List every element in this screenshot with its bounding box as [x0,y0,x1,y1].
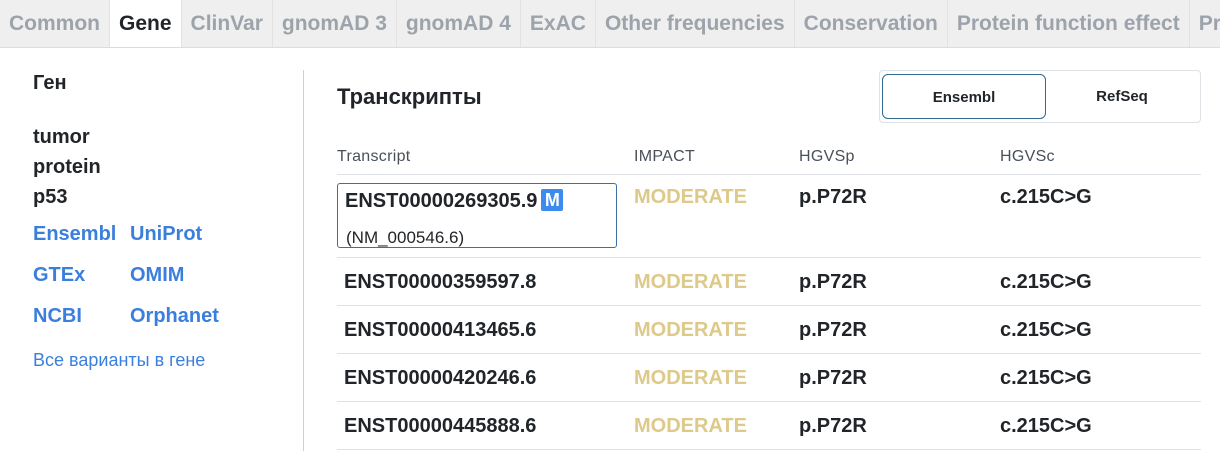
hgvsc-cell: c.215C>G [1000,367,1092,389]
table-header: Transcript IMPACT HGVSp HGVSc [337,140,1201,175]
refseq-id: (NM_000546.6) [346,228,465,247]
transcript-id[interactable]: ENST00000445888.6 [344,415,536,438]
panel-divider [303,70,304,451]
link-omim[interactable]: OMIM [130,263,250,287]
impact-cell: MODERATE [634,319,747,341]
gene-external-links: Ensembl UniProt GTEx OMIM NCBI Orphanet [33,222,250,328]
column-header-transcript: Transcript [337,148,411,165]
transcript-id[interactable]: ENST00000420246.6 [344,367,536,390]
tab-gene[interactable]: Gene [110,0,182,47]
link-gtex[interactable]: GTEx [33,263,130,287]
tab-gnomad3[interactable]: gnomAD 3 [273,0,397,47]
transcript-id: ENST00000269305.9 [345,190,538,212]
column-header-hgvsp: HGVSp [799,148,855,165]
tab-truncated[interactable]: Pre [1190,0,1220,47]
column-header-hgvsc: HGVSc [1000,148,1055,165]
tab-common[interactable]: Common [0,0,110,47]
tab-protein-function-effect[interactable]: Protein function effect [948,0,1190,47]
table-row: ENST00000359597.8 MODERATE p.P72R c.215C… [337,258,1201,306]
impact-cell: MODERATE [634,367,747,389]
table-row: ENST00000445888.6 MODERATE p.P72R c.215C… [337,402,1201,450]
link-ensembl[interactable]: Ensembl [33,222,130,246]
gene-section-title: Ген [33,72,67,94]
hgvsc-cell: c.215C>G [1000,186,1092,208]
hgvsc-cell: c.215C>G [1000,271,1092,293]
gene-name-line: tumor [33,126,90,148]
hgvsp-cell: p.P72R [799,186,867,208]
mane-badge: M [541,189,564,211]
ensembl-toggle-button[interactable]: Ensembl [882,74,1046,119]
tab-other-frequencies[interactable]: Other frequencies [596,0,795,47]
link-uniprot[interactable]: UniProt [130,222,250,246]
transcript-source-toggle: Ensembl RefSeq [879,70,1201,123]
tab-gnomad4[interactable]: gnomAD 4 [397,0,521,47]
refseq-toggle-button[interactable]: RefSeq [1040,74,1204,119]
gene-full-name: tumor protein p53 [33,122,153,212]
transcripts-heading: Транскрипты [337,84,482,109]
column-header-impact: IMPACT [634,148,696,165]
transcript-id[interactable]: ENST00000359597.8 [344,271,536,294]
gene-name-line: protein [33,156,101,178]
selected-transcript-box[interactable]: ENST00000269305.9 M (NM_000546.6) [337,183,617,248]
link-ncbi[interactable]: NCBI [33,304,130,328]
transcript-id[interactable]: ENST00000413465.6 [344,319,536,342]
impact-cell: MODERATE [634,415,747,437]
hgvsp-cell: p.P72R [799,319,867,341]
impact-cell: MODERATE [634,271,747,293]
impact-cell: MODERATE [634,186,747,208]
all-variants-in-gene-link[interactable]: Все варианты в гене [33,350,205,371]
hgvsc-cell: c.215C>G [1000,319,1092,341]
transcript-cell: ENST00000269305.9 M [345,189,564,213]
transcripts-table: Transcript IMPACT HGVSp HGVSc ENST000002… [337,140,1201,450]
hgvsp-cell: p.P72R [799,367,867,389]
tab-clinvar[interactable]: ClinVar [182,0,273,47]
table-row: ENST00000420246.6 MODERATE p.P72R c.215C… [337,354,1201,402]
gene-name-line: p53 [33,186,68,208]
hgvsp-cell: p.P72R [799,271,867,293]
link-orphanet[interactable]: Orphanet [130,304,250,328]
table-row: ENST00000269305.9 M (NM_000546.6) MODERAT… [337,175,1201,258]
tab-exac[interactable]: ExAC [521,0,596,47]
hgvsp-cell: p.P72R [799,415,867,437]
hgvsc-cell: c.215C>G [1000,415,1092,437]
tab-conservation[interactable]: Conservation [795,0,948,47]
tab-bar: Common Gene ClinVar gnomAD 3 gnomAD 4 Ex… [0,0,1220,48]
table-row: ENST00000413465.6 MODERATE p.P72R c.215C… [337,306,1201,354]
